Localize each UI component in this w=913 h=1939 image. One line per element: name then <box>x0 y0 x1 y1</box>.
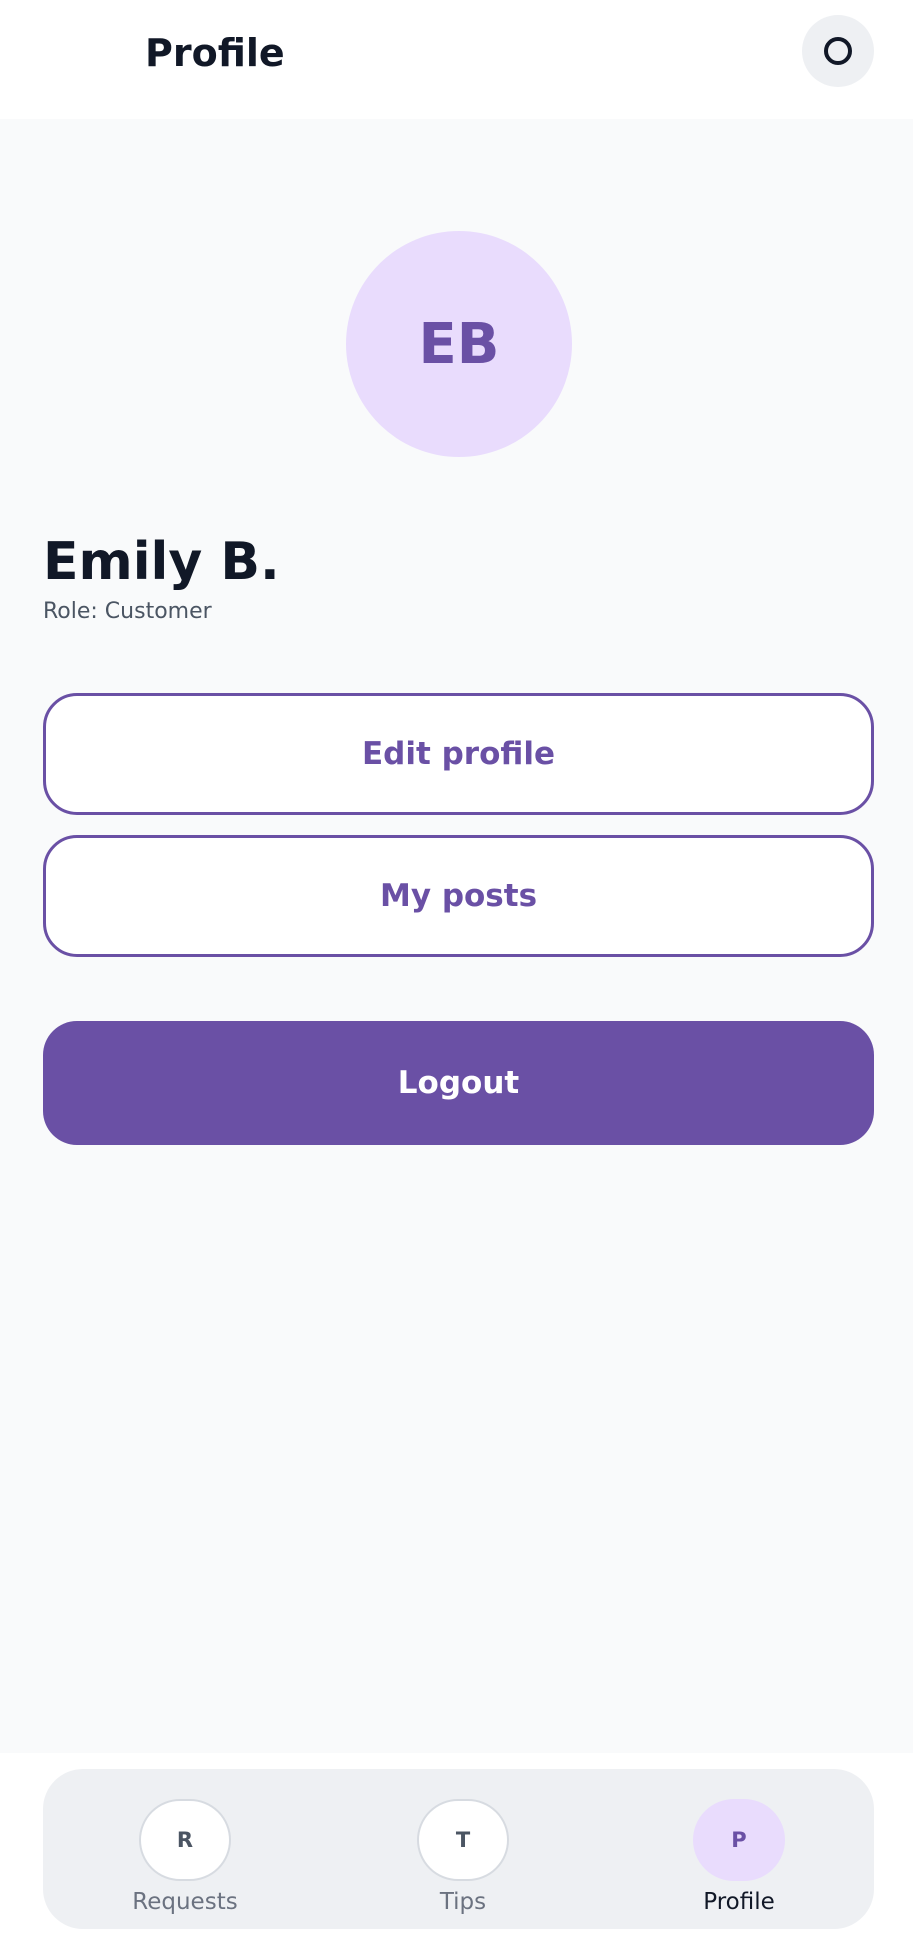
tab-tips[interactable]: T Tips <box>363 1769 563 1929</box>
page-title: Profile <box>145 31 285 75</box>
bottom-navigation-area: R Requests T Tips P Profile <box>0 1753 913 1939</box>
bottom-tab-bar: R Requests T Tips P Profile <box>43 1769 874 1929</box>
edit-profile-button[interactable]: Edit profile <box>43 693 874 815</box>
avatar: EB <box>346 231 572 457</box>
tab-label-requests: Requests <box>132 1889 238 1915</box>
tab-requests[interactable]: R Requests <box>85 1769 285 1929</box>
circle-icon <box>824 37 852 65</box>
requests-tab-icon: R <box>139 1799 231 1881</box>
profile-content: EB Emily B. Role: Customer Edit profile … <box>0 119 913 1753</box>
profile-screen: Profile EB Emily B. Role: Customer Edit … <box>0 0 913 1939</box>
logout-button[interactable]: Logout <box>43 1021 874 1145</box>
my-posts-button[interactable]: My posts <box>43 835 874 957</box>
profile-tab-icon: P <box>693 1799 785 1881</box>
user-role: Role: Customer <box>43 599 212 624</box>
user-name: Emily B. <box>43 532 280 592</box>
tab-label-profile: Profile <box>703 1889 775 1915</box>
tips-tab-icon: T <box>417 1799 509 1881</box>
settings-button[interactable] <box>802 15 874 87</box>
top-app-bar: Profile <box>0 0 913 119</box>
tab-profile[interactable]: P Profile <box>639 1769 839 1929</box>
tab-label-tips: Tips <box>439 1889 487 1915</box>
